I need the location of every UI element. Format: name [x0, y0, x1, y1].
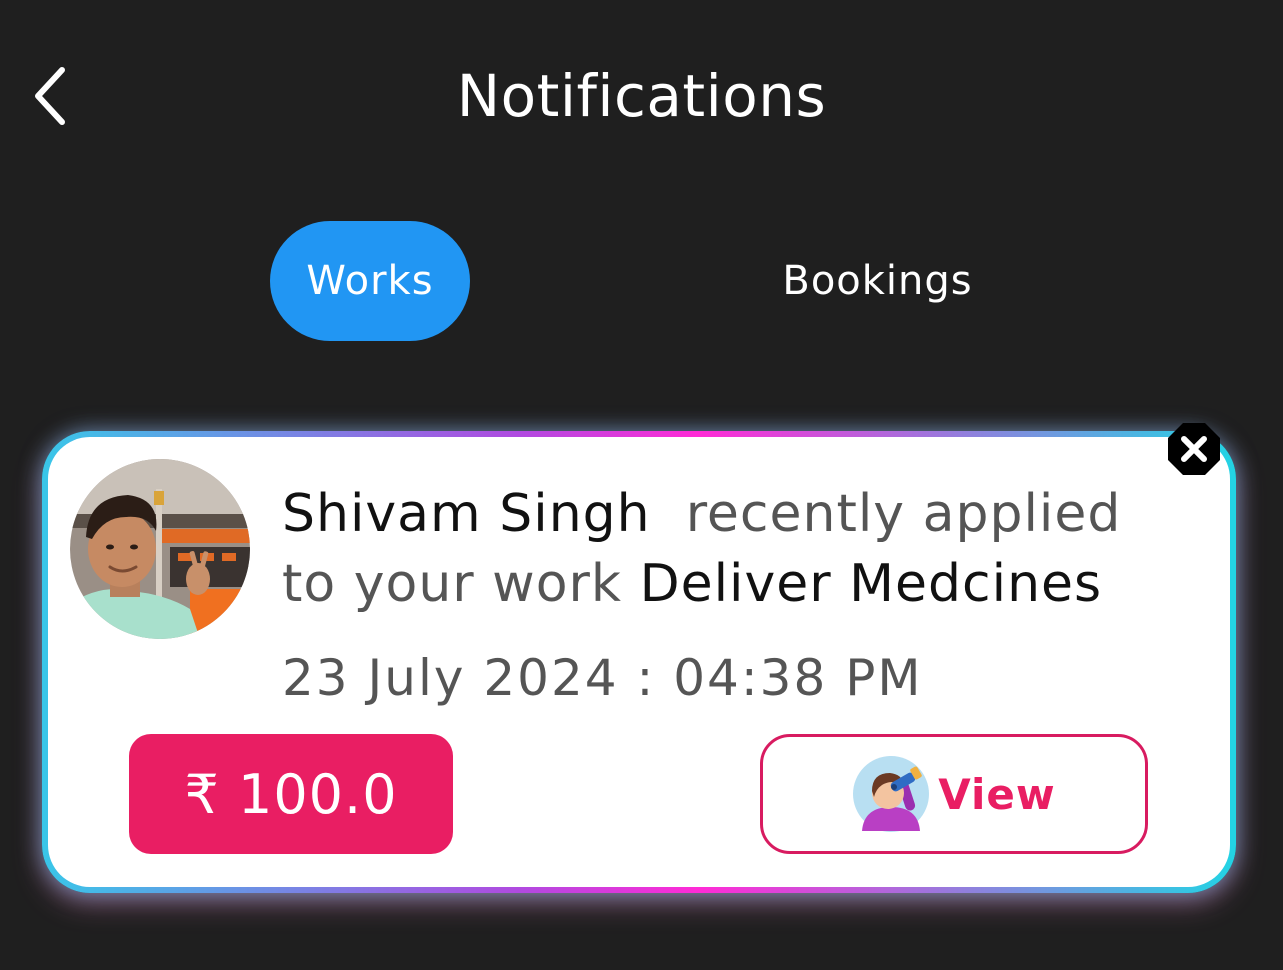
user-avatar-photo	[70, 459, 250, 639]
tab-works[interactable]: Works	[270, 221, 470, 341]
avatar	[70, 459, 250, 639]
close-button[interactable]	[1166, 421, 1222, 477]
notification-timestamp: 23 July 2024 : 04:38 PM	[282, 649, 923, 707]
applicant-name: Shivam Singh	[282, 484, 651, 544]
notifications-screen: Notifications Works Bookings Shivam Sing…	[0, 0, 1283, 970]
price-badge: ₹ 100.0	[129, 734, 453, 854]
price-value: ₹ 100.0	[184, 762, 398, 826]
view-button[interactable]: View	[760, 734, 1148, 854]
tab-bookings-label: Bookings	[782, 258, 973, 304]
tab-bookings[interactable]: Bookings	[760, 221, 995, 341]
page-title: Notifications	[456, 62, 827, 130]
person-binoculars-icon	[853, 756, 930, 832]
view-label: View	[938, 769, 1056, 819]
notification-card-body: Shivam Singh recently applied to your wo…	[48, 437, 1230, 887]
close-icon	[1168, 423, 1220, 475]
tab-works-label: Works	[306, 258, 434, 304]
notification-message: Shivam Singh recently applied to your wo…	[282, 479, 1182, 619]
work-title: Deliver Medcines	[639, 554, 1103, 614]
notification-card: Shivam Singh recently applied to your wo…	[42, 431, 1236, 893]
